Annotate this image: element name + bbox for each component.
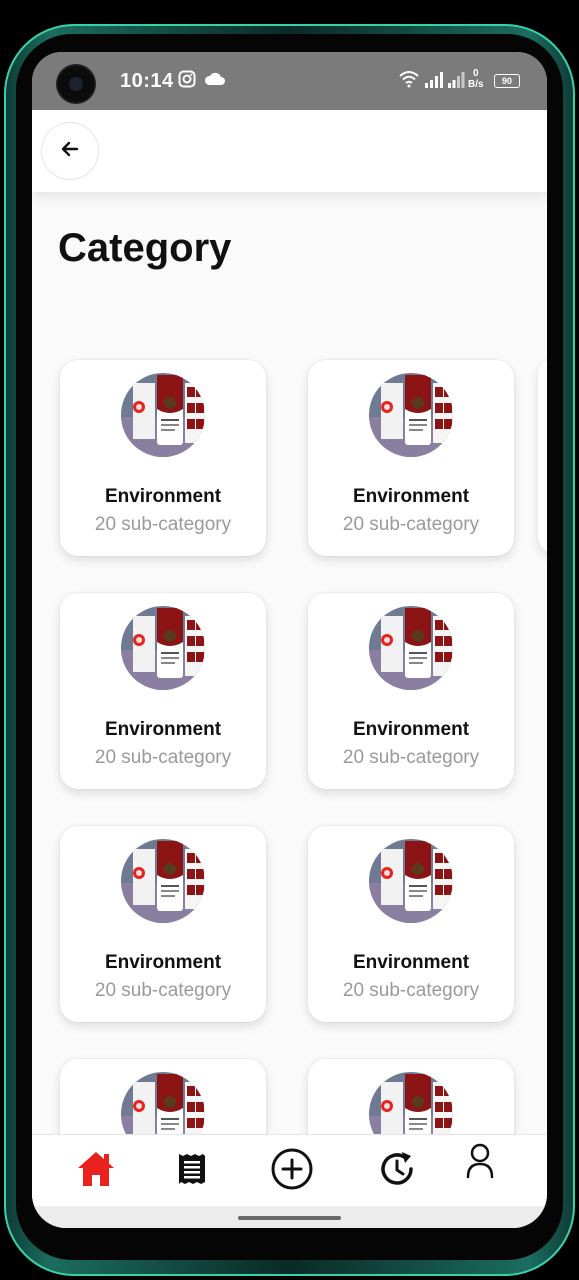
category-card[interactable]: Environment 20 sub-category (308, 360, 514, 556)
status-bar: 10:14 0 B/s 90 (32, 52, 547, 110)
nav-add[interactable] (268, 1147, 316, 1195)
category-thumbnail (369, 373, 453, 457)
category-title: Environment (104, 952, 222, 973)
battery-indicator: 90 (494, 74, 520, 88)
signal-icon (424, 72, 444, 93)
category-subcount: 20 sub-category (94, 980, 232, 1001)
net-speed: 0 B/s (468, 68, 484, 90)
back-button[interactable] (41, 122, 99, 180)
category-thumbnail (369, 839, 453, 923)
gesture-area (32, 1206, 547, 1228)
instagram-icon (178, 70, 196, 93)
home-icon (76, 1150, 116, 1193)
history-icon (378, 1149, 418, 1194)
home-gesture-bar[interactable] (238, 1216, 341, 1220)
category-subcount: 20 sub-category (342, 514, 480, 535)
category-card[interactable]: Environment 20 sub-category (60, 826, 266, 1022)
nav-profile[interactable] (456, 1139, 504, 1187)
page-title: Category (58, 226, 232, 270)
add-circle-icon (270, 1147, 314, 1196)
category-title: Environment (352, 719, 470, 740)
signal-icon (447, 72, 465, 93)
category-card[interactable] (308, 1059, 514, 1136)
nav-orders[interactable] (168, 1147, 216, 1195)
category-thumbnail (121, 1072, 205, 1136)
category-thumbnail (369, 606, 453, 690)
nav-home[interactable] (72, 1147, 120, 1195)
category-card[interactable]: Environment 20 sub-category (60, 593, 266, 789)
category-subcount: 20 sub-category (94, 514, 232, 535)
front-camera (58, 66, 94, 102)
bottom-nav (32, 1134, 547, 1207)
category-subcount: 20 sub-category (342, 980, 480, 1001)
category-thumbnail (369, 1072, 453, 1136)
category-card[interactable]: Environment 20 sub-category (308, 826, 514, 1022)
category-card[interactable]: Environment 20 sub-category (60, 360, 266, 556)
app-header (32, 110, 547, 192)
category-title: Environment (104, 719, 222, 740)
category-title: Environment (104, 486, 222, 507)
screen: 10:14 0 B/s 90 Category Environment 20 s… (32, 52, 547, 1228)
user-icon (465, 1143, 495, 1184)
category-card[interactable]: Environment 20 sub-category (308, 593, 514, 789)
status-time: 10:14 (120, 70, 174, 92)
arrow-left-icon (60, 139, 80, 164)
category-title: Environment (352, 486, 470, 507)
category-title: Environment (352, 952, 470, 973)
nav-history[interactable] (374, 1147, 422, 1195)
cloud-icon (204, 72, 226, 91)
wifi-icon (398, 70, 420, 93)
category-card-partial[interactable] (538, 358, 547, 554)
category-list: Category Environment 20 sub-category Env… (32, 192, 547, 1136)
category-thumbnail (121, 839, 205, 923)
category-thumbnail (121, 373, 205, 457)
category-subcount: 20 sub-category (342, 747, 480, 768)
category-card[interactable] (60, 1059, 266, 1136)
category-thumbnail (121, 606, 205, 690)
category-subcount: 20 sub-category (94, 747, 232, 768)
receipt-icon (177, 1152, 207, 1191)
